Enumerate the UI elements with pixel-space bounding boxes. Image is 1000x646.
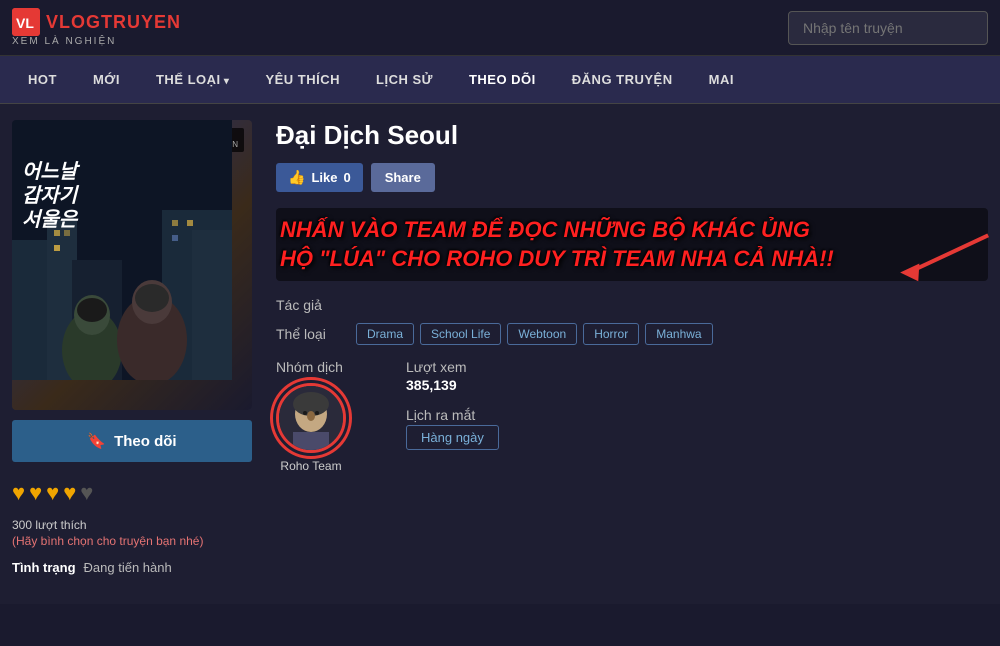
nhom-dich-label: Nhóm dịch — [276, 359, 346, 375]
action-buttons: 👍 Like 0 Share — [276, 163, 988, 192]
vote-count: 300 lượt thích — [12, 518, 252, 532]
info-section: Tác giả Thể loại Drama School Life Webto… — [276, 297, 988, 345]
content-area: ROHOTEAM VLOGTRUYENXEM LÀ NGHIỆN — [12, 120, 988, 575]
tinh-trang-label: Tình trạng — [12, 560, 76, 575]
nav-the-loai[interactable]: THỂ LOẠI — [138, 56, 247, 103]
header: VL VLOGTRUYEN XEM LÀ NGHIỆN — [0, 0, 1000, 56]
stars-row: ♥ ♥ ♥ ♥ ♥ — [12, 472, 252, 514]
promo-text: NHẤN VÀO TEAM ĐỂ ĐỌC NHỮNG BỘ KHÁC ỦNG H… — [280, 216, 984, 273]
genre-school[interactable]: School Life — [420, 323, 501, 345]
manga-title: Đại Dịch Seoul — [276, 120, 988, 151]
nhom-dich-section: Nhóm dịch — [276, 359, 346, 473]
group-avatar[interactable] — [276, 383, 346, 453]
follow-label: Theo dõi — [114, 433, 177, 450]
like-button[interactable]: 👍 Like 0 — [276, 163, 363, 192]
genre-drama[interactable]: Drama — [356, 323, 414, 345]
svg-text:갑자기: 갑자기 — [22, 185, 80, 207]
cover-svg: 어느날 갑자기 서울은 — [12, 120, 232, 380]
follow-button[interactable]: 🔖 Theo dõi — [12, 420, 252, 462]
tac-gia-label: Tác giả — [276, 297, 346, 313]
main-content: ROHOTEAM VLOGTRUYENXEM LÀ NGHIỆN — [0, 104, 1000, 604]
genre-horror[interactable]: Horror — [583, 323, 639, 345]
lich-ra-mat-label: Lịch ra mắt — [406, 407, 499, 423]
nav-moi[interactable]: MỚI — [75, 56, 138, 103]
nav-yeu-thich[interactable]: YÊU THÍCH — [247, 56, 358, 103]
tac-gia-row: Tác giả — [276, 297, 988, 313]
stats-section: Lượt xem 385,139 Lịch ra mắt Hàng ngày — [406, 359, 499, 450]
svg-text:VL: VL — [16, 15, 34, 31]
the-loai-row: Thể loại Drama School Life Webtoon Horro… — [276, 323, 988, 345]
thumb-icon: 👍 — [288, 169, 305, 186]
star-4[interactable]: ♥ — [63, 480, 76, 506]
svg-text:서울은: 서울은 — [22, 209, 79, 231]
star-2[interactable]: ♥ — [29, 480, 42, 506]
nav-mai[interactable]: MAI — [691, 56, 752, 103]
star-1[interactable]: ♥ — [12, 480, 25, 506]
luot-xem-label: Lượt xem — [406, 359, 499, 375]
lich-ra-mat-block: Lịch ra mắt Hàng ngày — [406, 407, 499, 450]
group-avatar-inner — [279, 386, 343, 450]
luot-xem-block: Lượt xem 385,139 — [406, 359, 499, 393]
group-avatar-wrapper[interactable] — [276, 383, 346, 453]
genre-tags: Drama School Life Webtoon Horror Manhwa — [356, 323, 713, 345]
share-button[interactable]: Share — [371, 163, 435, 192]
cover-image: ROHOTEAM VLOGTRUYENXEM LÀ NGHIỆN — [12, 120, 252, 410]
luot-xem-value: 385,139 — [406, 377, 499, 393]
genre-webtoon[interactable]: Webtoon — [507, 323, 577, 345]
genre-manhwa[interactable]: Manhwa — [645, 323, 712, 345]
cover-art: ROHOTEAM VLOGTRUYENXEM LÀ NGHIỆN — [12, 120, 252, 410]
nav-dang-truyen[interactable]: ĐĂNG TRUYỆN — [554, 56, 691, 103]
logo-text-main: VLOGTRUYEN — [46, 12, 181, 33]
avatar-svg — [279, 386, 343, 450]
star-5[interactable]: ♥ — [80, 480, 93, 506]
nav-lich-su[interactable]: LỊCH SỬ — [358, 56, 451, 103]
right-panel: Đại Dịch Seoul 👍 Like 0 Share NHẤN VÀO T… — [268, 120, 988, 575]
search-input[interactable] — [788, 11, 988, 45]
group-name: Roho Team — [276, 459, 346, 473]
tinh-trang-value: Đang tiến hành — [84, 560, 172, 575]
svg-text:어느날: 어느날 — [22, 161, 81, 183]
left-panel: ROHOTEAM VLOGTRUYENXEM LÀ NGHIỆN — [12, 120, 252, 575]
the-loai-label: Thể loại — [276, 326, 346, 342]
bookmark-icon: 🔖 — [87, 432, 106, 450]
group-stats-row: Nhóm dịch — [276, 359, 988, 473]
star-3[interactable]: ♥ — [46, 480, 59, 506]
promo-overlay: NHẤN VÀO TEAM ĐỂ ĐỌC NHỮNG BỘ KHÁC ỦNG H… — [276, 208, 988, 281]
navigation: HOT MỚI THỂ LOẠI YÊU THÍCH LỊCH SỬ THEO … — [0, 56, 1000, 104]
vote-prompt[interactable]: (Hãy bình chọn cho truyện bạn nhé) — [12, 534, 252, 548]
nav-theo-doi[interactable]: THEO DÕI — [451, 56, 554, 103]
status-row: Tình trạng Đang tiến hành — [12, 560, 252, 575]
like-label: Like — [311, 170, 337, 185]
logo[interactable]: VL VLOGTRUYEN XEM LÀ NGHIỆN — [12, 8, 181, 47]
hang-ngay-button[interactable]: Hàng ngày — [406, 425, 499, 450]
nav-hot[interactable]: HOT — [10, 56, 75, 103]
logo-text-sub: XEM LÀ NGHIỆN — [12, 36, 116, 47]
logo-icon: VL — [12, 8, 40, 36]
like-count: 0 — [343, 170, 350, 185]
